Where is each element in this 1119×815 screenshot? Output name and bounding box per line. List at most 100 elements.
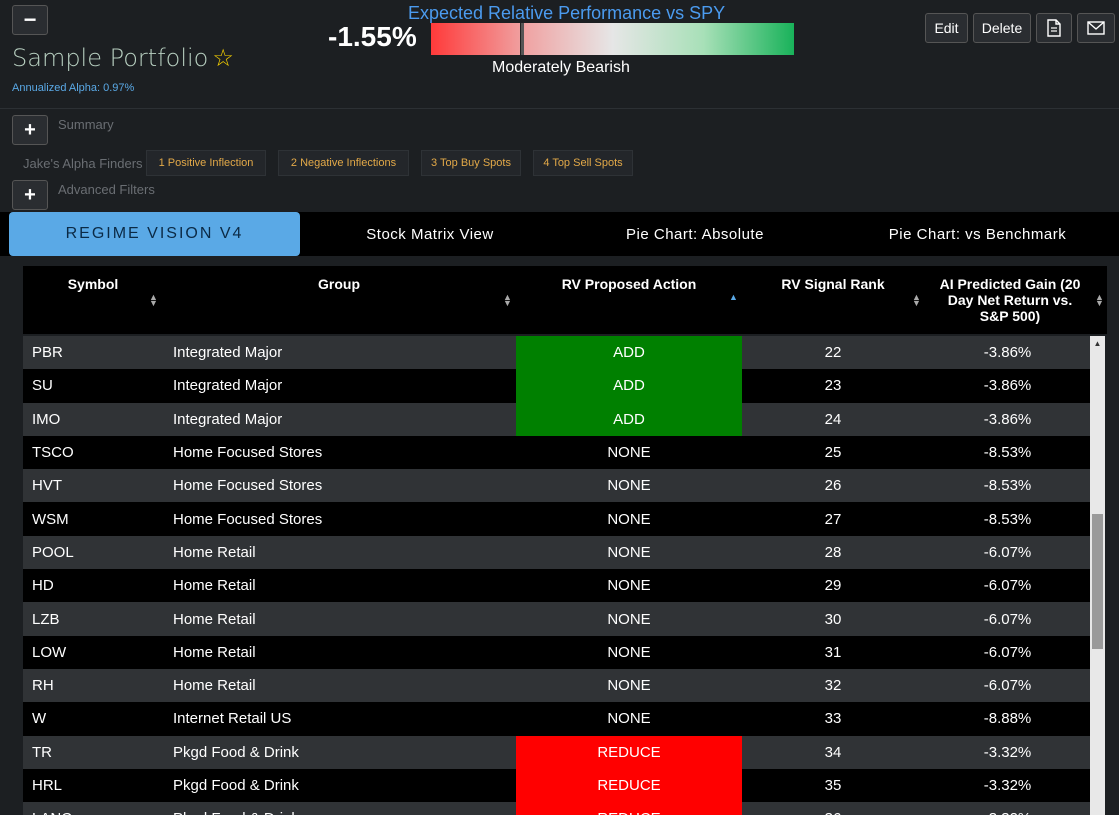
finder-top-sell-spots[interactable]: 4 Top Sell Spots: [533, 150, 633, 176]
rank-cell: 27: [824, 510, 842, 528]
group-cell: Pkgd Food & Drink: [173, 743, 299, 761]
table-row[interactable]: IMO Integrated Major ADD 24 -3.86%: [23, 402, 1091, 436]
symbol-cell: PBR: [32, 344, 63, 362]
portfolio-title: Sample Portfolio ☆: [12, 44, 234, 72]
document-button[interactable]: [1036, 13, 1072, 43]
rank-cell: 29: [824, 577, 842, 595]
scroll-thumb[interactable]: [1092, 514, 1103, 649]
action-cell: REDUCE: [516, 735, 742, 769]
perf-marker: [519, 23, 524, 55]
sort-icon[interactable]: ▲ ▼: [149, 293, 158, 308]
symbol-cell: W: [32, 710, 47, 728]
table-row[interactable]: SU Integrated Major ADD 23 -3.86%: [23, 369, 1091, 403]
gain-cell: -6.07%: [983, 677, 1032, 695]
tab-pie-chart-vs-benchmark[interactable]: Pie Chart: vs Benchmark: [850, 212, 1105, 256]
rank-cell: 26: [824, 477, 842, 495]
header-symbol[interactable]: Symbol: [43, 276, 143, 292]
sort-icon[interactable]: ▲ ▼: [1095, 293, 1104, 308]
rank-cell: 28: [824, 543, 842, 561]
tab-stock-matrix-view[interactable]: Stock Matrix View: [310, 212, 550, 256]
advanced-filters-expand-button[interactable]: +: [12, 180, 48, 210]
symbol-cell: HVT: [32, 477, 62, 495]
table-row[interactable]: LZB Home Retail NONE 30 -6.07%: [23, 602, 1091, 636]
gain-cell: -6.07%: [983, 543, 1032, 561]
group-cell: Home Focused Stores: [173, 510, 323, 528]
tab-regime-vision[interactable]: REGIME VISION V4: [9, 212, 300, 256]
gain-cell: -3.32%: [924, 802, 1091, 815]
action-cell: NONE: [607, 610, 651, 628]
gain-cell: -6.07%: [983, 643, 1032, 661]
table-row[interactable]: TSCO Home Focused Stores NONE 25 -8.53%: [23, 435, 1091, 470]
symbol-cell: HRL: [32, 777, 63, 794]
group-cell: Home Focused Stores: [173, 444, 323, 462]
table-header: Symbol ▲ ▼ Group ▲ ▼ RV Proposed Action ▲ …: [23, 266, 1107, 334]
action-cell: NONE: [607, 577, 651, 595]
group-cell: Home Retail: [173, 543, 256, 561]
table-row[interactable]: HRL Pkgd Food & Drink REDUCE 35 -3.32%: [23, 768, 1091, 803]
header-signal-rank[interactable]: RV Signal Rank: [753, 276, 913, 292]
header-proposed-action[interactable]: RV Proposed Action: [516, 276, 742, 292]
summary-label: Summary: [58, 117, 114, 132]
rank-cell: 30: [824, 610, 842, 628]
action-cell: REDUCE: [516, 802, 742, 815]
header-predicted-gain-line: S&P 500): [979, 308, 1041, 324]
summary-expand-button[interactable]: +: [12, 115, 48, 145]
finder-positive-inflection[interactable]: 1 Positive Inflection: [146, 150, 266, 176]
delete-button[interactable]: Delete: [973, 13, 1031, 43]
header-predicted-gain-line: AI Predicted Gain (20: [939, 276, 1081, 292]
table-scrollbar[interactable]: ▲: [1090, 336, 1105, 815]
view-tabs: REGIME VISION V4 Stock Matrix View Pie C…: [0, 212, 1119, 256]
perf-title: Expected Relative Performance vs SPY: [408, 3, 726, 23]
symbol-cell: SU: [32, 377, 53, 395]
table-row[interactable]: LOW Home Retail NONE 31 -6.07%: [23, 635, 1091, 669]
table-row[interactable]: LANC Pkgd Food & Drink REDUCE36-3.32%: [23, 802, 1091, 815]
table-row[interactable]: RH Home Retail NONE 32 -6.07%: [23, 668, 1091, 703]
edit-button[interactable]: Edit: [925, 13, 968, 43]
table-row[interactable]: HVT Home Focused Stores NONE 26 -8.53%: [23, 469, 1091, 503]
gain-cell: -6.07%: [983, 610, 1032, 628]
symbol-cell: RH: [32, 677, 54, 695]
header-group[interactable]: Group: [223, 276, 455, 292]
group-cell: Pkgd Food & Drink: [173, 802, 299, 815]
tab-pie-chart-absolute[interactable]: Pie Chart: Absolute: [580, 212, 810, 256]
sort-icon[interactable]: ▲ ▼: [912, 293, 921, 308]
advanced-filters-label: Advanced Filters: [58, 182, 155, 197]
group-cell: Internet Retail US: [173, 710, 292, 728]
action-cell: NONE: [607, 510, 651, 528]
table-row[interactable]: TR Pkgd Food & Drink REDUCE 34 -3.32%: [23, 735, 1091, 769]
sort-ascending-icon[interactable]: ▲: [729, 293, 738, 302]
rank-cell: 25: [824, 444, 842, 462]
table-row[interactable]: W Internet Retail US NONE 33 -8.88%: [23, 702, 1091, 736]
group-cell: Home Retail: [173, 643, 256, 661]
gain-cell: -3.86%: [983, 377, 1032, 395]
document-icon: [1047, 19, 1061, 37]
sort-icon[interactable]: ▲ ▼: [503, 293, 512, 308]
star-icon[interactable]: ☆: [212, 44, 234, 72]
scroll-up-icon[interactable]: ▲: [1090, 336, 1105, 350]
table-row[interactable]: HD Home Retail NONE 29 -6.07%: [23, 569, 1091, 603]
symbol-cell: LOW: [32, 643, 67, 661]
symbol-cell: IMO: [32, 410, 61, 428]
collapse-button[interactable]: −: [12, 5, 48, 35]
action-cell: NONE: [607, 543, 651, 561]
table-row[interactable]: WSM Home Focused Stores NONE 27 -8.53%: [23, 502, 1091, 536]
rank-cell: 31: [824, 643, 842, 661]
rank-cell: 32: [824, 677, 842, 695]
action-cell: REDUCE: [516, 768, 742, 803]
alpha-finders-label: Jake's Alpha Finders: [23, 156, 143, 171]
action-cell: ADD: [516, 336, 742, 370]
table-row[interactable]: PBR Integrated Major ADD 22 -3.86%: [23, 336, 1091, 370]
action-cell: ADD: [516, 369, 742, 403]
finder-negative-inflections[interactable]: 2 Negative Inflections: [278, 150, 409, 176]
group-cell: Pkgd Food & Drink: [173, 777, 299, 794]
action-cell: ADD: [516, 402, 742, 436]
action-cell: NONE: [607, 710, 651, 728]
email-button[interactable]: [1077, 13, 1115, 43]
annualized-alpha: Annualized Alpha: 0.97%: [12, 82, 135, 94]
table-row[interactable]: POOL Home Retail NONE 28 -6.07%: [23, 535, 1091, 570]
results-table: Symbol ▲ ▼ Group ▲ ▼ RV Proposed Action ▲ …: [23, 266, 1107, 815]
header-predicted-gain[interactable]: AI Predicted Gain (20 Day Net Return vs.…: [929, 276, 1091, 324]
finder-top-buy-spots[interactable]: 3 Top Buy Spots: [421, 150, 521, 176]
rank-cell: 33: [824, 710, 842, 728]
gain-cell: -8.53%: [983, 477, 1032, 495]
